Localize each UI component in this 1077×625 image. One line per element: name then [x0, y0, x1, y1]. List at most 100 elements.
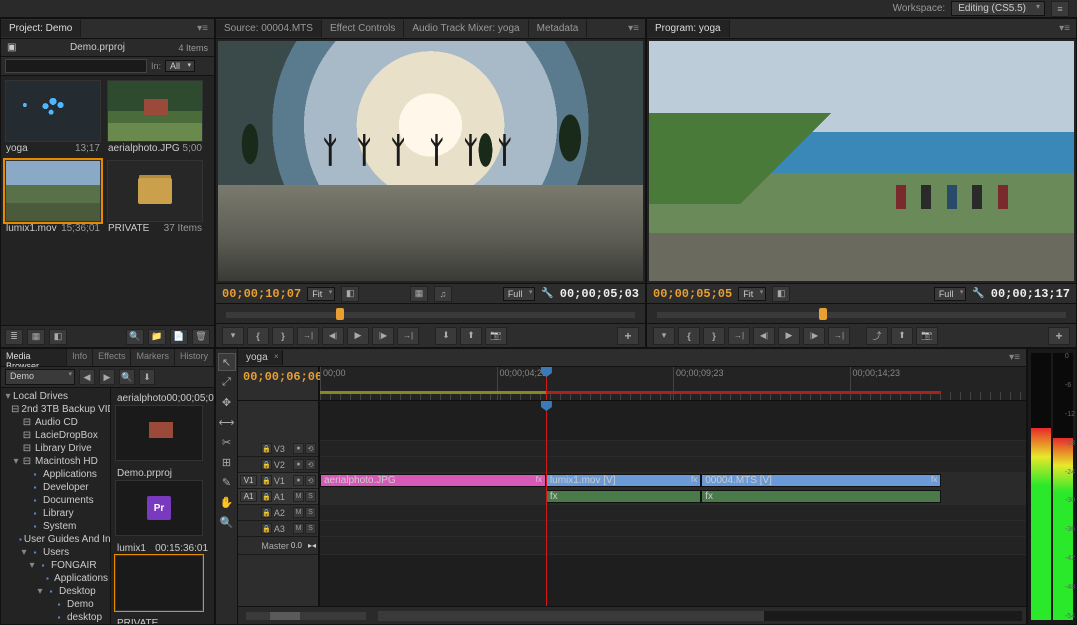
source-panel-tab[interactable]: Audio Track Mixer: yoga	[404, 20, 528, 37]
mb-tab[interactable]: History	[175, 349, 214, 366]
tree-item[interactable]: Developer	[1, 481, 110, 494]
play-button[interactable]	[778, 327, 800, 345]
auto-size-button[interactable]: ◧	[49, 329, 67, 345]
playhead-line[interactable]	[546, 401, 547, 606]
lock-toggle[interactable]: 🔒	[261, 475, 272, 486]
source-video-preview[interactable]	[218, 41, 643, 281]
mb-thumb[interactable]	[115, 405, 203, 461]
video-track-lane[interactable]	[320, 457, 1026, 473]
tree-item[interactable]: System	[1, 520, 110, 533]
panel-menu-icon[interactable]: ▾≡	[191, 23, 214, 34]
sync-toggle[interactable]: ⟲	[305, 443, 316, 454]
tool-button[interactable]: ✎	[218, 473, 236, 491]
mb-thumb[interactable]	[115, 555, 203, 611]
delete-button[interactable]: 🗑	[192, 329, 210, 345]
source-position-timecode[interactable]: 00;00;10;07	[222, 287, 301, 301]
bin-thumb[interactable]	[107, 80, 203, 142]
sequence-tab[interactable]: yoga×	[238, 350, 283, 365]
add-marker-button[interactable]	[222, 327, 244, 345]
program-position-timecode[interactable]: 00;00;05;05	[653, 287, 732, 301]
project-bin-item[interactable]: aerialphoto.JPG5;00	[107, 80, 203, 154]
source-patch[interactable]: A1	[240, 491, 257, 502]
panel-menu-icon[interactable]: ▾≡	[1053, 23, 1076, 34]
collapse-icon[interactable]: ▸◂	[308, 541, 316, 550]
audio-track-header[interactable]: 🔒A2MS	[238, 505, 318, 521]
audio-track-lane[interactable]	[320, 521, 1026, 537]
mb-back-button[interactable]: ◀	[79, 369, 95, 385]
go-to-in-button[interactable]	[728, 327, 750, 345]
source-playhead[interactable]	[336, 308, 344, 320]
source-panel-tab[interactable]: Source: 00004.MTS	[216, 20, 322, 37]
go-to-out-button[interactable]	[397, 327, 419, 345]
tree-item[interactable]: Documents	[1, 494, 110, 507]
close-tab-icon[interactable]: ×	[274, 352, 279, 361]
timeline-clip[interactable]: aerialphoto.JPGfx	[320, 474, 546, 487]
video-track-lane[interactable]	[320, 441, 1026, 457]
mute-toggle[interactable]: M	[293, 523, 304, 534]
mb-item[interactable]: aerialphoto00;00;05;00	[115, 392, 210, 461]
go-to-out-button[interactable]	[828, 327, 850, 345]
mute-toggle[interactable]: ●	[293, 443, 304, 454]
new-bin-button[interactable]: 📁	[148, 329, 166, 345]
drag-video-icon[interactable]: ▦	[410, 286, 428, 302]
project-tab[interactable]: Project: Demo	[1, 20, 81, 37]
settings-icon[interactable]: 🔧	[541, 288, 553, 299]
timeline-timecode[interactable]: 00;00;06;06	[243, 370, 313, 384]
sync-toggle[interactable]: ⟲	[305, 459, 316, 470]
tree-item[interactable]: LacieDropBox	[1, 429, 110, 442]
program-zoom-dropdown[interactable]: Full	[934, 287, 967, 301]
mb-tab[interactable]: Markers	[131, 349, 175, 366]
source-panel-tab[interactable]: Effect Controls	[322, 20, 404, 37]
step-forward-button[interactable]	[372, 327, 394, 345]
tool-button[interactable]: 🔍	[218, 513, 236, 531]
lock-toggle[interactable]: 🔒	[261, 459, 272, 470]
tree-item[interactable]: ▾FONGAIR	[1, 559, 110, 572]
tree-item[interactable]: desktop	[1, 611, 110, 624]
settings-icon[interactable]: 🔧	[972, 288, 984, 299]
program-fit-dropdown[interactable]: Fit	[738, 287, 766, 301]
timeline-scrollbar[interactable]	[378, 611, 1022, 621]
mb-item[interactable]: lumix100:15:36:01	[115, 542, 210, 611]
tree-item[interactable]: Demo	[1, 598, 110, 611]
timeline-audio-clip[interactable]: fx	[546, 490, 701, 503]
tool-button[interactable]: ✋	[218, 493, 236, 511]
expand-arrow-icon[interactable]: ▾	[27, 560, 37, 571]
timeline-ruler[interactable]: 00;0000;00;04;2300;00;09;2300;00;14;23	[320, 367, 1026, 400]
lock-toggle[interactable]: 🔒	[261, 443, 272, 454]
workspace-dropdown[interactable]: Editing (CS5.5)	[951, 1, 1045, 16]
project-bin-item[interactable]: PRIVATE37 Items	[107, 160, 203, 234]
mb-tab[interactable]: Media Browser	[1, 349, 67, 366]
mark-in-button[interactable]	[247, 327, 269, 345]
step-forward-button[interactable]	[803, 327, 825, 345]
export-frame-button[interactable]	[485, 327, 507, 345]
sync-toggle[interactable]: ⟲	[305, 475, 316, 486]
source-fit-dropdown[interactable]: Fit	[307, 287, 335, 301]
export-frame-button[interactable]	[916, 327, 938, 345]
tool-button[interactable]: ⊞	[218, 453, 236, 471]
tool-button[interactable]: ⟷	[218, 413, 236, 431]
insert-button[interactable]	[435, 327, 457, 345]
tool-button[interactable]: ✥	[218, 393, 236, 411]
program-tab[interactable]: Program: yoga	[647, 20, 730, 37]
audio-track-header[interactable]: A1🔒A1MS	[238, 489, 318, 505]
mb-item[interactable]: Demo.prproj Pr	[115, 467, 210, 536]
timeline-zoom-slider[interactable]	[246, 612, 366, 620]
panel-menu-icon[interactable]: ▾≡	[1003, 352, 1026, 363]
play-button[interactable]	[347, 327, 369, 345]
find-button[interactable]: 🔍	[126, 329, 144, 345]
bin-thumb[interactable]	[107, 160, 203, 222]
tree-item[interactable]: User Guides And In	[1, 533, 110, 546]
drag-audio-icon[interactable]: ♫	[434, 286, 452, 302]
timeline-clip[interactable]: lumix1.mov [V]fx	[546, 474, 701, 487]
tree-item[interactable]: 2nd 3TB Backup VIDEO	[1, 403, 110, 416]
go-to-in-button[interactable]	[297, 327, 319, 345]
source-zoom-dropdown[interactable]: Full	[503, 287, 536, 301]
project-search-input[interactable]	[5, 59, 147, 73]
tree-item[interactable]: ▾Macintosh HD	[1, 455, 110, 468]
video-track-lane[interactable]: aerialphoto.JPGfxlumix1.mov [V]fx00004.M…	[320, 473, 1026, 489]
program-scrubber[interactable]	[647, 303, 1076, 323]
source-panel-tab[interactable]: Metadata	[529, 20, 588, 37]
tree-root[interactable]: ▾Local Drives	[1, 390, 110, 403]
video-track-header[interactable]: 🔒V3●⟲	[238, 441, 318, 457]
list-view-button[interactable]: ≣	[5, 329, 23, 345]
